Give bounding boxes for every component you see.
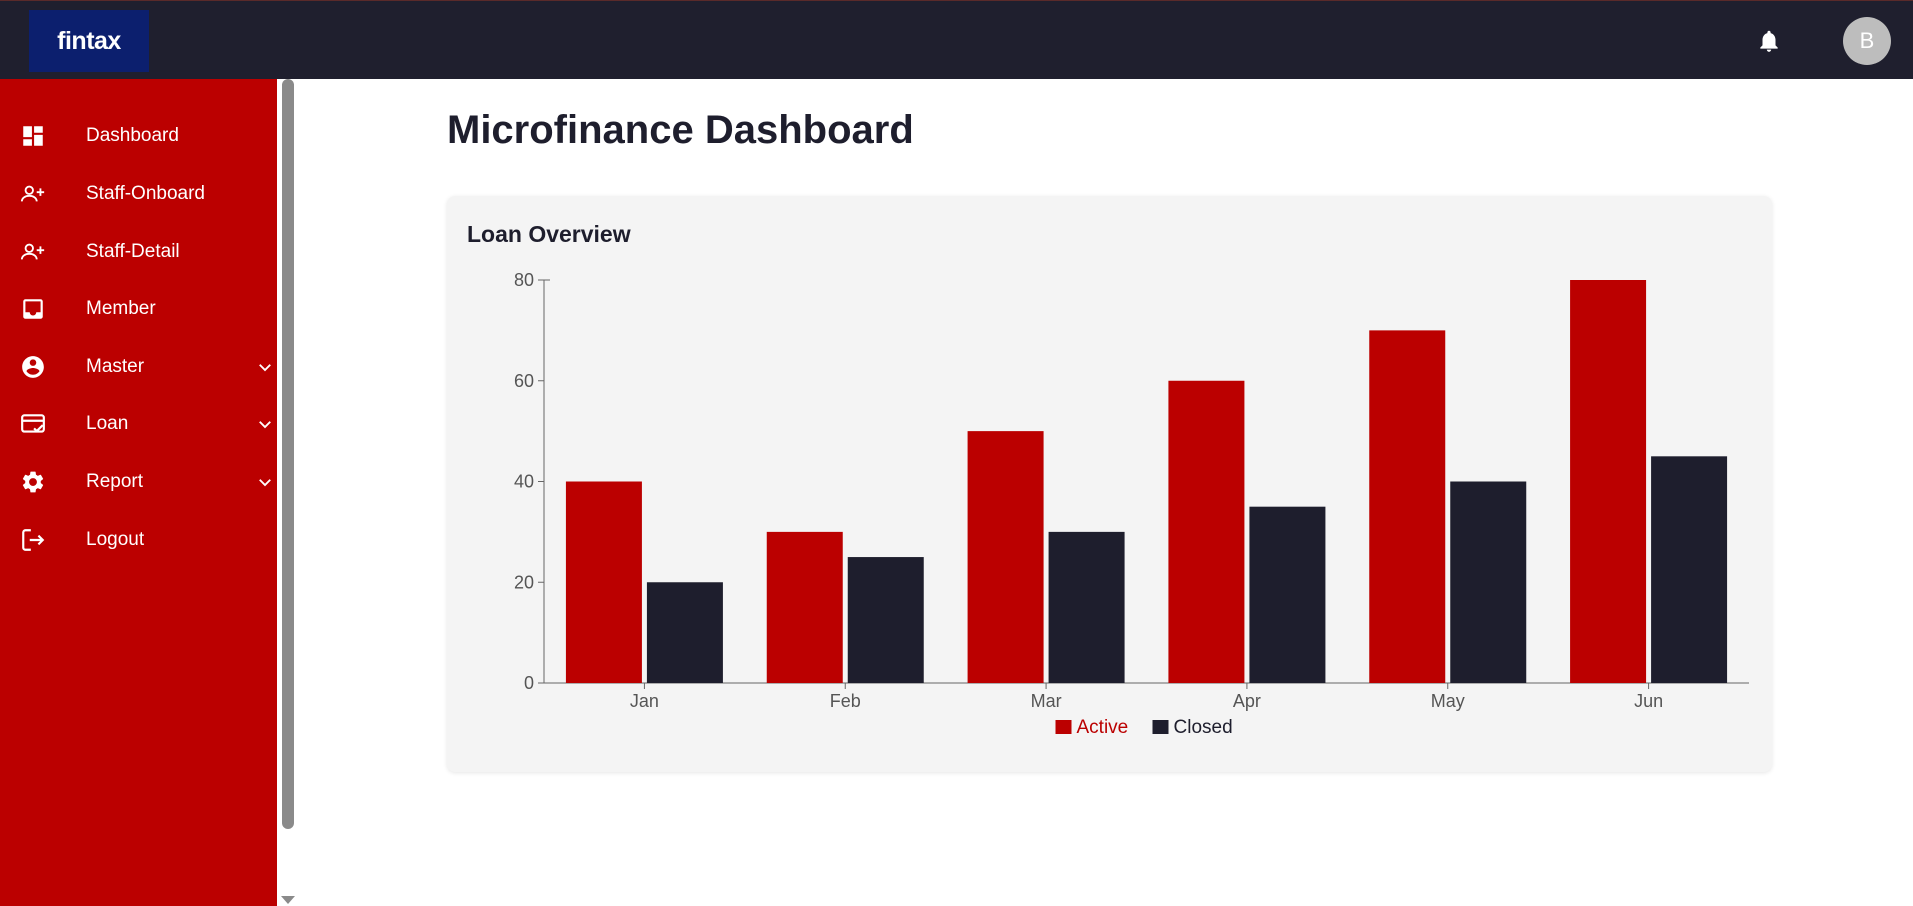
sidebar-item-label: Member [86, 298, 156, 319]
sidebar-item-report[interactable]: Report [0, 460, 277, 504]
x-tick-label: Jun [1634, 691, 1663, 711]
y-tick-label: 40 [514, 472, 534, 492]
y-tick-label: 60 [514, 371, 534, 391]
y-tick-label: 0 [524, 673, 534, 693]
bar-closed-jan [646, 582, 723, 683]
sidebar-item-label: Staff-Onboard [86, 183, 206, 204]
sidebar-item-member[interactable]: Member [0, 287, 277, 331]
sidebar-item-label: Dashboard [86, 125, 179, 146]
chevron-down-icon[interactable] [256, 415, 274, 433]
bar-active-feb [766, 531, 843, 683]
x-tick-label: Apr [1233, 691, 1261, 711]
credit-card-check-icon [20, 411, 46, 437]
inbox-icon [20, 296, 46, 322]
legend-swatch-closed [1152, 720, 1169, 734]
dashboard-icon [20, 123, 46, 149]
y-tick-label: 20 [514, 572, 534, 592]
sidebar-item-label: Master [86, 356, 145, 377]
bar-closed-apr [1249, 506, 1326, 683]
top-bar: fintax B [0, 0, 1913, 79]
scroll-down-arrow-icon[interactable] [281, 896, 295, 904]
sidebar-item-label: Report [86, 471, 144, 492]
legend-label-closed: Closed [1174, 717, 1233, 738]
sidebar: Dashboard Staff-Onboard Staff-Detail Mem… [0, 79, 277, 906]
gear-icon [20, 469, 46, 495]
bar-active-apr [1168, 380, 1245, 683]
sidebar-item-staff-detail[interactable]: Staff-Detail [0, 230, 277, 274]
person-add-icon [20, 239, 46, 265]
sidebar-item-staff-onboard[interactable]: Staff-Onboard [0, 172, 277, 216]
account-circle-icon [20, 354, 46, 380]
bar-closed-may [1450, 481, 1527, 683]
bar-active-jun [1570, 280, 1647, 683]
logout-icon [20, 527, 46, 553]
sidebar-item-logout[interactable]: Logout [0, 518, 277, 562]
y-tick-label: 80 [514, 270, 534, 290]
user-avatar[interactable]: B [1843, 17, 1891, 65]
bar-closed-feb [847, 557, 924, 683]
legend-label-active: Active [1077, 717, 1129, 738]
sidebar-item-loan[interactable]: Loan [0, 402, 277, 446]
sidebar-scrollbar-thumb[interactable] [282, 79, 294, 829]
bar-active-mar [967, 431, 1044, 683]
bar-active-may [1369, 330, 1446, 683]
legend-swatch-active [1055, 720, 1072, 734]
x-tick-label: May [1431, 691, 1465, 711]
x-tick-label: Mar [1031, 691, 1062, 711]
bar-active-jan [565, 481, 642, 683]
sidebar-item-master[interactable]: Master [0, 345, 277, 389]
sidebar-item-label: Logout [86, 529, 145, 550]
bar-closed-mar [1048, 531, 1125, 683]
x-tick-label: Jan [630, 691, 659, 711]
sidebar-item-label: Loan [86, 413, 129, 434]
chevron-down-icon[interactable] [256, 473, 274, 491]
page-title: Microfinance Dashboard [447, 108, 914, 152]
x-tick-label: Feb [830, 691, 861, 711]
person-add-icon [20, 181, 46, 207]
sidebar-item-label: Staff-Detail [86, 241, 180, 262]
bell-icon[interactable] [1756, 27, 1782, 55]
brand-logo[interactable]: fintax [29, 10, 149, 72]
bar-closed-jun [1651, 456, 1728, 683]
sidebar-item-dashboard[interactable]: Dashboard [0, 114, 277, 158]
chevron-down-icon[interactable] [256, 358, 274, 376]
loan-overview-chart: 0 20 40 60 80 Jan Feb Mar Apr May Jun Active Closed [514, 270, 1749, 738]
